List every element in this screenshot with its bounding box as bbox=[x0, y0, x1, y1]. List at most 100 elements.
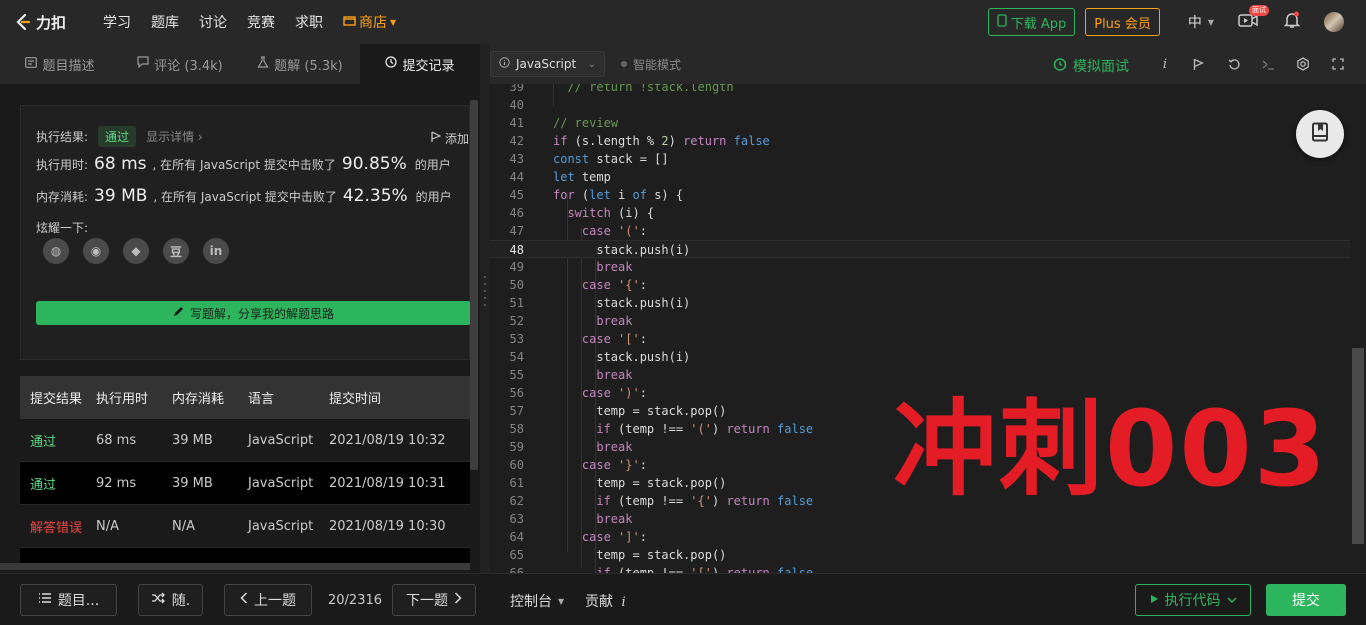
row-runtime: 92 ms bbox=[96, 475, 137, 491]
code-line[interactable]: 48 stack.push(i) bbox=[490, 240, 1350, 258]
code-line[interactable]: 41 // review bbox=[490, 114, 1350, 132]
reset-icon[interactable] bbox=[1226, 56, 1242, 72]
code-line[interactable]: 63 break bbox=[490, 510, 1350, 528]
panel-resizer[interactable] bbox=[480, 44, 490, 573]
code-text: case '(': bbox=[581, 224, 647, 238]
code-line[interactable]: 64 case ']': bbox=[490, 528, 1350, 546]
caret-down-icon: ▼ bbox=[558, 596, 565, 606]
code-line[interactable]: 49 break bbox=[490, 258, 1350, 276]
row-language: JavaScript bbox=[248, 518, 314, 534]
prev-problem-button[interactable]: 上一题 bbox=[224, 584, 312, 616]
nav-learn[interactable]: 学习 bbox=[103, 12, 131, 32]
terminal-icon[interactable] bbox=[1260, 56, 1276, 72]
col-runtime[interactable]: 执行用时 bbox=[96, 388, 172, 407]
notification-button[interactable] bbox=[1280, 10, 1304, 34]
code-line[interactable]: 52 break bbox=[490, 312, 1350, 330]
linkedin-icon[interactable]: in bbox=[203, 238, 229, 264]
gear-icon[interactable] bbox=[1295, 56, 1311, 72]
run-code-label: 执行代码 bbox=[1164, 593, 1221, 609]
code-line[interactable]: 42 if (s.length % 2) return false bbox=[490, 132, 1350, 150]
write-solution-button[interactable]: 写题解，分享我的解题思路 bbox=[36, 301, 471, 325]
row-status[interactable]: 解答错误 bbox=[20, 517, 96, 536]
language-switch[interactable]: 中 ▼ bbox=[1188, 12, 1214, 32]
code-line[interactable]: 47 case '(': bbox=[490, 222, 1350, 240]
code-line[interactable]: 50 case '{': bbox=[490, 276, 1350, 294]
share-icons: ◍ ◉ ◆ 豆 in bbox=[43, 238, 229, 264]
code-editor[interactable]: 66 if (temp !== '[') return false 65 temp… bbox=[490, 84, 1366, 573]
left-scrollbar-horizontal[interactable] bbox=[0, 563, 470, 570]
editor-scrollbar[interactable] bbox=[1352, 348, 1364, 544]
language-select[interactable]: JavaScript ⌄ bbox=[490, 51, 605, 77]
contribute-button[interactable]: 贡献 i bbox=[585, 591, 626, 611]
write-solution-label: 写题解，分享我的解题思路 bbox=[189, 306, 334, 321]
runtime-users: 的用户 bbox=[414, 157, 451, 172]
submissions-table: 提交结果 执行用时 内存消耗 语言 提交时间 通过 68 ms 39 MB Ja… bbox=[20, 376, 470, 566]
run-code-button[interactable]: 执行代码 bbox=[1135, 584, 1251, 616]
info-italic-icon[interactable]: i bbox=[1157, 56, 1173, 72]
code-line[interactable]: 39 // return !stack.length bbox=[490, 84, 1350, 96]
add-note-button[interactable]: 添加 bbox=[431, 130, 469, 147]
col-memory[interactable]: 内存消耗 bbox=[172, 388, 248, 407]
nav-store[interactable]: 商店 ▼ bbox=[343, 12, 396, 32]
weibo-icon[interactable]: ◉ bbox=[83, 238, 109, 264]
code-line[interactable]: 54 stack.push(i) bbox=[490, 348, 1350, 366]
bottom-bar: 题目... 随. 上一题 20/2316 下一题 控制台 ▼ 贡献 i 执行代码… bbox=[0, 573, 1366, 625]
plus-member-button[interactable]: Plus 会员 bbox=[1085, 8, 1160, 36]
chevron-down-icon: ▼ bbox=[390, 17, 397, 27]
fullscreen-icon[interactable] bbox=[1330, 56, 1346, 72]
douban-icon[interactable]: 豆 bbox=[163, 238, 189, 264]
smart-mode-toggle[interactable]: 智能模式 bbox=[621, 56, 681, 73]
left-scrollbar-vertical[interactable] bbox=[470, 100, 478, 470]
qq-icon[interactable]: ◆ bbox=[123, 238, 149, 264]
wechat-icon[interactable]: ◍ bbox=[43, 238, 69, 264]
download-app-button[interactable]: 下载 App bbox=[987, 8, 1076, 36]
nav-contest[interactable]: 竞赛 bbox=[247, 12, 275, 32]
store-label: 商店 bbox=[359, 15, 387, 31]
code-line[interactable]: 46 switch (i) { bbox=[490, 204, 1350, 222]
code-line[interactable]: 43 const stack = [] bbox=[490, 150, 1350, 168]
mock-interview-button[interactable]: 模拟面试 bbox=[1053, 56, 1129, 76]
code-line[interactable]: 55 break bbox=[490, 366, 1350, 384]
row-status[interactable]: 通过 bbox=[20, 474, 96, 493]
result-card: 执行结果: 通过 显示详情 › 添加 执行用时: 68 ms , 在所有 Jav… bbox=[20, 105, 471, 360]
left-tabs: 题目描述 评论 (3.4k) 题解 (5.3k) 提交记录 bbox=[0, 44, 480, 84]
code-line[interactable]: 51 stack.push(i) bbox=[490, 294, 1350, 312]
line-number: 57 bbox=[509, 404, 524, 418]
table-row[interactable]: 通过 68 ms 39 MB JavaScript 2021/08/19 10:… bbox=[20, 419, 470, 462]
interview-button[interactable]: 面试 bbox=[1236, 5, 1269, 34]
nav-problems[interactable]: 题库 bbox=[151, 12, 179, 32]
random-button[interactable]: 随. bbox=[138, 584, 203, 616]
col-status[interactable]: 提交结果 bbox=[20, 388, 96, 407]
nav-discuss[interactable]: 讨论 bbox=[199, 12, 227, 32]
code-line[interactable]: 40 bbox=[490, 96, 1350, 114]
table-row[interactable]: 解答错误 N/A N/A JavaScript 2021/08/19 10:30 bbox=[20, 505, 470, 548]
flag-icon[interactable] bbox=[1190, 56, 1206, 72]
leetcode-logo[interactable]: 力扣 bbox=[14, 12, 84, 33]
code-line[interactable]: 53 case '[': bbox=[490, 330, 1350, 348]
col-language[interactable]: 语言 bbox=[248, 388, 329, 407]
problem-list-button[interactable]: 题目... bbox=[20, 584, 117, 616]
console-toggle[interactable]: 控制台 ▼ bbox=[510, 591, 564, 611]
store-icon bbox=[343, 14, 356, 30]
show-details-link[interactable]: 显示详情 › bbox=[146, 128, 203, 145]
submit-button[interactable]: 提交 bbox=[1266, 584, 1346, 616]
code-text: stack.push(i) bbox=[553, 350, 691, 364]
code-line[interactable]: 44 let temp bbox=[490, 168, 1350, 186]
col-time[interactable]: 提交时间 bbox=[329, 388, 470, 407]
row-status[interactable]: 通过 bbox=[20, 431, 96, 450]
tab-description[interactable]: 题目描述 bbox=[0, 44, 120, 84]
logo-text: 力扣 bbox=[36, 13, 67, 32]
table-row[interactable]: 通过 92 ms 39 MB JavaScript 2021/08/19 10:… bbox=[20, 462, 470, 505]
avatar[interactable] bbox=[1324, 12, 1344, 32]
nav-jobs[interactable]: 求职 bbox=[295, 12, 323, 32]
next-problem-button[interactable]: 下一题 bbox=[392, 584, 476, 616]
tab-submissions[interactable]: 提交记录 bbox=[360, 44, 480, 84]
tab-comments[interactable]: 评论 (3.4k) bbox=[120, 44, 240, 84]
tab-solutions[interactable]: 题解 (5.3k) bbox=[240, 44, 360, 84]
code-line[interactable]: 66 if (temp !== '[') return false bbox=[490, 564, 1350, 573]
code-line[interactable]: 45 for (let i of s) { bbox=[490, 186, 1350, 204]
comment-icon bbox=[137, 56, 149, 72]
code-line[interactable]: 65 temp = stack.pop() bbox=[490, 546, 1350, 564]
notebook-button[interactable] bbox=[1296, 110, 1344, 158]
runtime-text: , 在所有 JavaScript 提交中击败了 bbox=[152, 157, 336, 172]
